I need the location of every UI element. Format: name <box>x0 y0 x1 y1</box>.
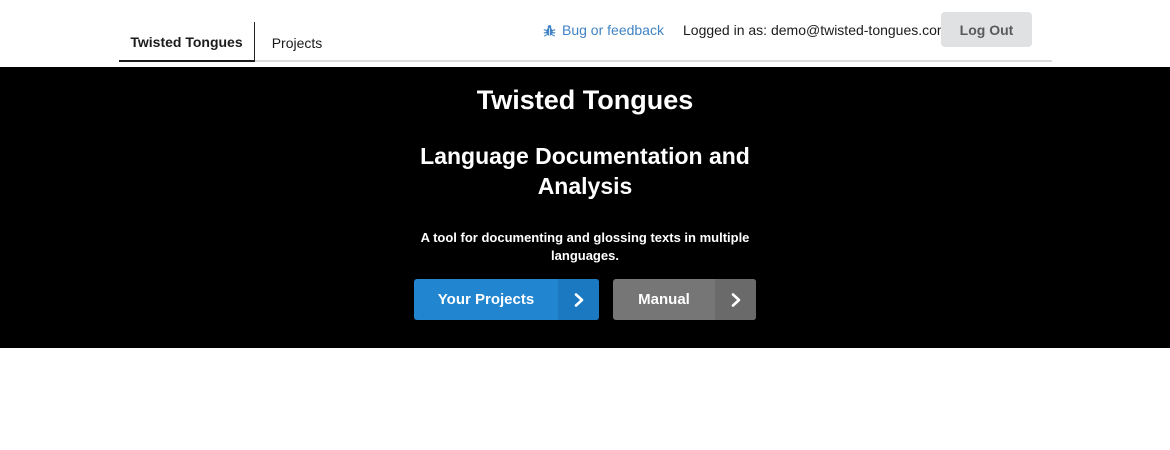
your-projects-button[interactable]: Your Projects <box>414 279 599 320</box>
logout-label: Log Out <box>959 21 1014 38</box>
chevron-right-icon <box>715 279 756 320</box>
feedback-label: Bug or feedback <box>562 22 664 38</box>
tab-label: Twisted Tongues <box>130 34 243 50</box>
logged-in-status: Logged in as: demo@twisted-tongues.com <box>683 22 949 38</box>
hero-title: Twisted Tongues <box>476 85 694 115</box>
hero-tagline: A tool for documenting and glossing text… <box>420 230 750 263</box>
logout-button[interactable]: Log Out <box>941 12 1032 47</box>
bug-feedback-link[interactable]: Bug or feedback <box>543 20 664 40</box>
bug-icon <box>543 24 556 37</box>
manual-label: Manual <box>638 291 690 308</box>
chevron-right-icon <box>558 279 599 320</box>
tab-label: Projects <box>271 35 323 51</box>
manual-button[interactable]: Manual <box>613 279 756 320</box>
tab-projects[interactable]: Projects <box>255 22 339 62</box>
hero-banner: Twisted Tongues Language Documentation a… <box>0 67 1170 348</box>
top-navigation: Twisted Tongues Projects Bug or feedback… <box>119 0 1052 62</box>
your-projects-label: Your Projects <box>437 291 535 308</box>
tab-twisted-tongues[interactable]: Twisted Tongues <box>119 22 255 62</box>
hero-subtitle: Language Documentation and Analysis <box>420 143 750 199</box>
page: Twisted Tongues Projects Bug or feedback… <box>0 0 1170 450</box>
